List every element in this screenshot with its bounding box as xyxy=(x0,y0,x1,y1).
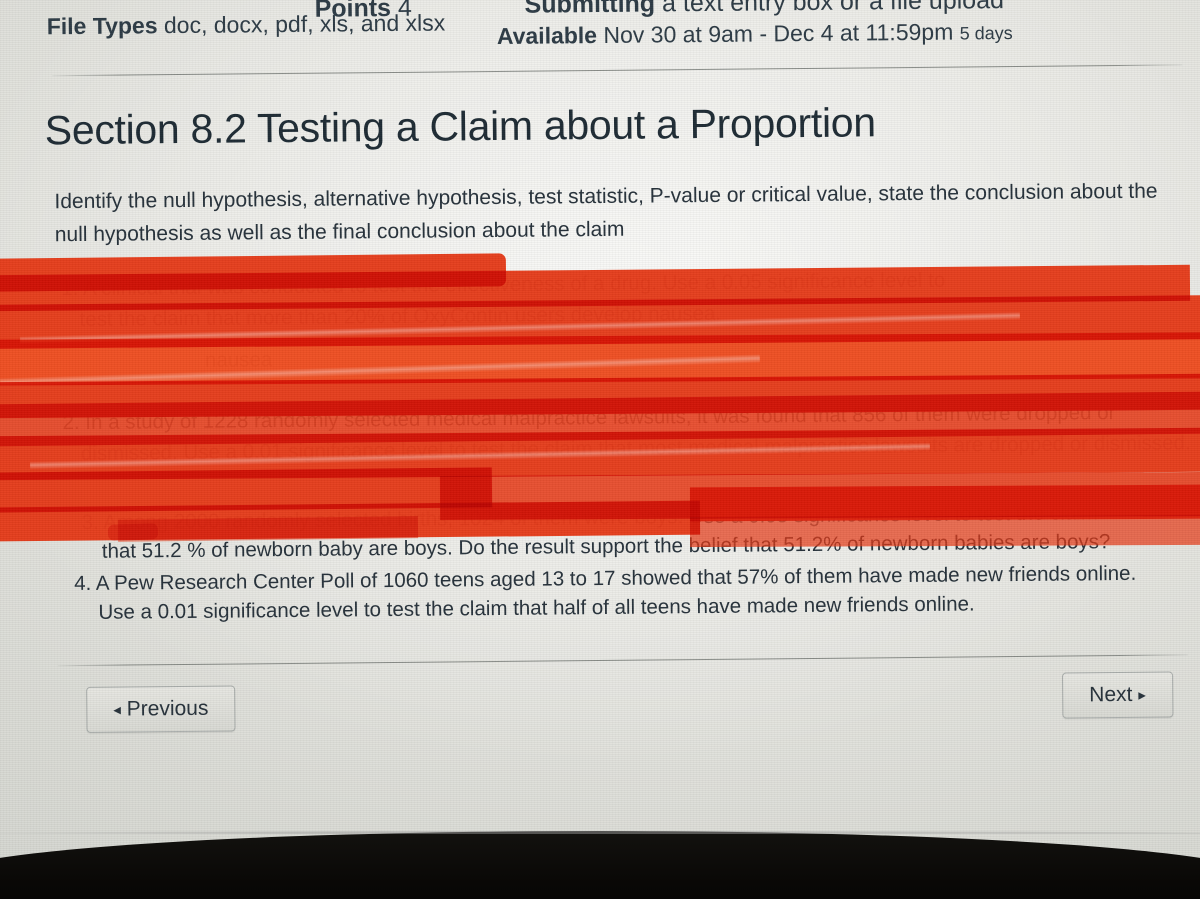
submitting-value: a text entry box or a file upload xyxy=(661,0,1005,18)
submitting-label: Submitting xyxy=(524,0,656,19)
available-value: Nov 30 at 9am - Dec 4 at 11:59pm xyxy=(603,18,954,48)
file-types-label: File Types xyxy=(46,12,158,40)
monitor-bezel xyxy=(0,831,1200,899)
assignment-submitting: Submitting a text entry box or a file up… xyxy=(524,0,1004,20)
page-title: Section 8.2 Testing a Claim about a Prop… xyxy=(44,99,876,154)
previous-button[interactable]: ◂ Previous xyxy=(86,685,236,733)
available-duration: 5 days xyxy=(959,23,1013,44)
question-1-line-3: nausea xyxy=(204,348,273,372)
assignment-instructions: Identify the null hypothesis, alternativ… xyxy=(54,179,1158,247)
assignment-available: Available Nov 30 at 9am - Dec 4 at 11:59… xyxy=(497,18,1013,50)
photographed-screen: Points 4 Submitting a text entry box or … xyxy=(0,0,1200,899)
assignment-file-types: File Types doc, docx, pdf, xls, and xlsx xyxy=(47,9,446,40)
next-button-label: Next xyxy=(1089,682,1133,707)
previous-button-label: Previous xyxy=(126,696,209,721)
caret-right-icon: ▸ xyxy=(1138,686,1146,704)
next-button[interactable]: Next ▸ xyxy=(1062,671,1174,719)
footer-divider xyxy=(57,654,1188,667)
question-1-line-1: 1. A clinical trial was conducted to tes… xyxy=(61,268,946,301)
caret-left-icon: ◂ xyxy=(113,701,121,719)
canvas-assignment-page: Points 4 Submitting a text entry box or … xyxy=(0,0,1200,899)
file-types-value: doc, docx, pdf, xls, and xlsx xyxy=(163,9,446,39)
question-1-line-2: test the claim that more than 20% of Oxy… xyxy=(79,301,722,331)
header-divider xyxy=(52,64,1183,77)
available-label: Available xyxy=(496,22,598,49)
